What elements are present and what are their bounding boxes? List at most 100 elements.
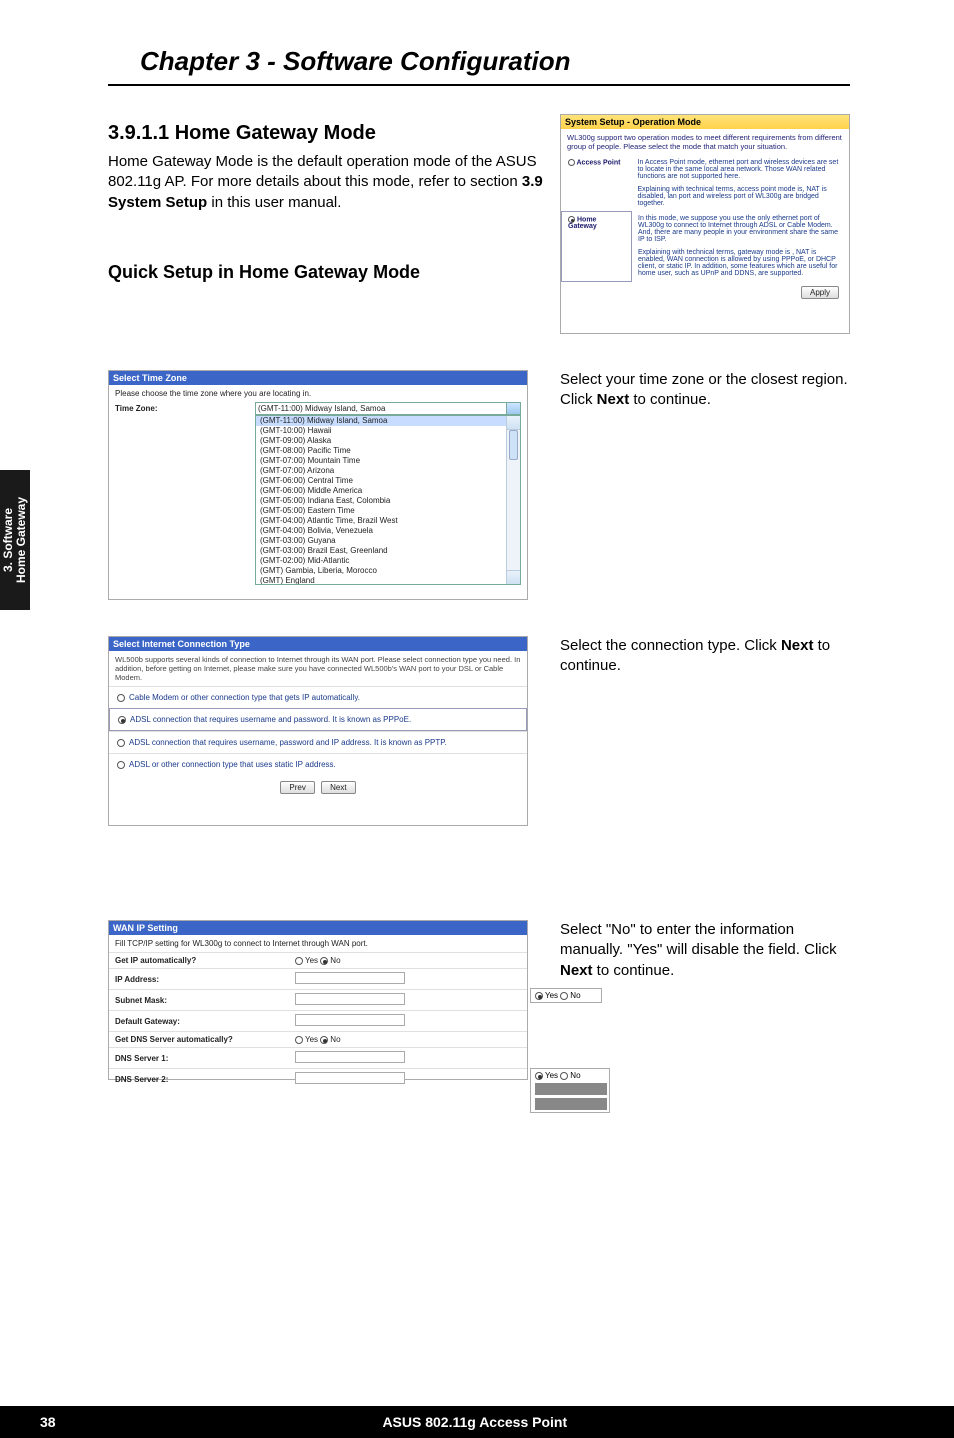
tz-option[interactable]: (GMT-04:00) Atlantic Time, Brazil West xyxy=(256,516,520,526)
tz-option[interactable]: (GMT-03:00) Brazil East, Greenland xyxy=(256,546,520,556)
tz-option[interactable]: (GMT) Gambia, Liberia, Morocco xyxy=(256,566,520,576)
ct-option-label: Cable Modem or other connection type tha… xyxy=(129,693,360,702)
caption-wan-pre: Select "No" to enter the information man… xyxy=(560,921,837,958)
tz-option[interactable]: (GMT-07:00) Mountain Time xyxy=(256,456,520,466)
float-yes-no-2[interactable]: Yes No xyxy=(530,1068,610,1113)
intro-paragraph: Home Gateway Mode is the default operati… xyxy=(108,152,548,213)
tz-option[interactable]: (GMT-11:00) Midway Island, Samoa xyxy=(256,416,520,426)
page-footer: 38 ASUS 802.11g Access Point xyxy=(0,1406,954,1438)
no-label: No xyxy=(570,1071,580,1080)
row-get-ip-label: Get IP automatically? xyxy=(109,953,289,969)
radio-icon[interactable] xyxy=(295,1036,303,1044)
radio-icon[interactable] xyxy=(568,216,575,223)
mode-home-gateway-desc-a: In this mode, we suppose you use the onl… xyxy=(638,215,843,243)
mode-access-point-cell[interactable]: Access Point xyxy=(562,155,632,211)
mode-access-point-desc-a: In Access Point mode, ethernet port and … xyxy=(638,159,843,180)
caption-tz-bold: Next xyxy=(597,391,630,408)
tz-option[interactable]: (GMT-05:00) Indiana East, Colombia xyxy=(256,496,520,506)
tz-option[interactable]: (GMT-07:00) Arizona xyxy=(256,466,520,476)
row-dns1-label: DNS Server 1: xyxy=(109,1048,289,1069)
row-get-ip-value[interactable]: Yes No xyxy=(289,953,527,969)
screenshot-time-zone: Select Time Zone Please choose the time … xyxy=(108,370,528,600)
system-setup-desc: WL300g support two operation modes to me… xyxy=(561,129,849,155)
yes-label: Yes xyxy=(305,1035,318,1044)
time-zone-dropdown[interactable]: (GMT-11:00) Midway Island, Samoa (GMT-10… xyxy=(255,415,521,585)
row-subnet-label: Subnet Mask: xyxy=(109,990,289,1011)
tz-option[interactable]: (GMT) England xyxy=(256,576,520,585)
connection-type-titlebar: Select Internet Connection Type xyxy=(109,637,527,651)
screenshot-wan-ip: WAN IP Setting Fill TCP/IP setting for W… xyxy=(108,920,528,1080)
tz-option[interactable]: (GMT-08:00) Pacific Time xyxy=(256,446,520,456)
connection-type-desc: WL500b supports several kinds of connect… xyxy=(109,651,527,686)
dns1-input[interactable] xyxy=(295,1051,405,1063)
time-zone-selected-value: (GMT-11:00) Midway Island, Samoa xyxy=(258,404,385,413)
page-number: 38 xyxy=(40,1414,56,1430)
ct-option-cable[interactable]: Cable Modem or other connection type tha… xyxy=(109,686,527,708)
mode-home-gateway-desc-b: Explaining with technical terms, gateway… xyxy=(638,249,843,277)
caption-connection-type: Select the connection type. Click Next t… xyxy=(560,636,850,677)
tz-option[interactable]: (GMT-09:00) Alaska xyxy=(256,436,520,446)
scroll-thumb[interactable] xyxy=(509,430,518,460)
tz-option[interactable]: (GMT-02:00) Mid-Atlantic xyxy=(256,556,520,566)
time-zone-sub: Please choose the time zone where you ar… xyxy=(109,385,527,402)
default-gateway-input[interactable] xyxy=(295,1014,405,1026)
yes-label: Yes xyxy=(545,991,558,1000)
radio-icon[interactable] xyxy=(117,739,125,747)
ip-address-input[interactable] xyxy=(295,972,405,984)
radio-icon[interactable] xyxy=(535,1072,543,1080)
tz-option[interactable]: (GMT-05:00) Eastern Time xyxy=(256,506,520,516)
radio-icon[interactable] xyxy=(560,1072,568,1080)
tz-option[interactable]: (GMT-10:00) Hawaii xyxy=(256,426,520,436)
intro-pre: Home Gateway Mode is the default operati… xyxy=(108,153,537,190)
float-yes-no-1[interactable]: Yes No xyxy=(530,988,602,1003)
radio-icon[interactable] xyxy=(560,992,568,1000)
tz-option[interactable]: (GMT-06:00) Middle America xyxy=(256,486,520,496)
mode-access-point-label: Access Point xyxy=(577,159,621,166)
next-button[interactable]: Next xyxy=(321,781,355,794)
radio-icon[interactable] xyxy=(117,761,125,769)
scroll-up-icon[interactable] xyxy=(507,416,520,430)
chapter-rule xyxy=(108,84,850,86)
yes-label: Yes xyxy=(305,956,318,965)
ct-option-label: ADSL or other connection type that uses … xyxy=(129,760,336,769)
scroll-down-icon[interactable] xyxy=(507,570,520,584)
side-tab-line1: 3. Software xyxy=(1,508,15,572)
intro-post: in this user manual. xyxy=(207,194,341,211)
radio-icon[interactable] xyxy=(568,159,575,166)
radio-icon[interactable] xyxy=(117,694,125,702)
prev-button[interactable]: Prev xyxy=(280,781,314,794)
dns2-input[interactable] xyxy=(295,1072,405,1084)
section-heading: 3.9.1.1 Home Gateway Mode xyxy=(108,122,376,145)
radio-icon[interactable] xyxy=(118,716,126,724)
row-dns2-label: DNS Server 2: xyxy=(109,1069,289,1090)
row-get-dns-value[interactable]: Yes No xyxy=(289,1032,527,1048)
subnet-mask-input[interactable] xyxy=(295,993,405,1005)
radio-icon[interactable] xyxy=(535,992,543,1000)
apply-button[interactable]: Apply xyxy=(801,286,839,299)
caption-wan: Select "No" to enter the information man… xyxy=(560,920,850,981)
radio-icon[interactable] xyxy=(320,957,328,965)
tz-option[interactable]: (GMT-03:00) Guyana xyxy=(256,536,520,546)
footer-title: ASUS 802.11g Access Point xyxy=(382,1414,627,1430)
mode-home-gateway-cell[interactable]: Home Gateway xyxy=(562,211,632,281)
screenshot-system-setup: System Setup - Operation Mode WL300g sup… xyxy=(560,114,850,334)
system-setup-titlebar: System Setup - Operation Mode xyxy=(561,115,849,129)
no-label: No xyxy=(570,991,580,1000)
radio-icon[interactable] xyxy=(320,1036,328,1044)
radio-icon[interactable] xyxy=(295,957,303,965)
ct-option-static[interactable]: ADSL or other connection type that uses … xyxy=(109,753,527,775)
tz-option[interactable]: (GMT-06:00) Central Time xyxy=(256,476,520,486)
time-zone-select[interactable]: (GMT-11:00) Midway Island, Samoa xyxy=(255,402,521,415)
chevron-down-icon[interactable] xyxy=(506,403,520,414)
screenshot-connection-type: Select Internet Connection Type WL500b s… xyxy=(108,636,528,826)
side-tab-line2: Home Gateway xyxy=(14,497,28,583)
ct-option-label: ADSL connection that requires username, … xyxy=(129,738,447,747)
quick-setup-heading: Quick Setup in Home Gateway Mode xyxy=(108,262,420,283)
tz-option[interactable]: (GMT-04:00) Bolivia, Venezuela xyxy=(256,526,520,536)
time-zone-titlebar: Select Time Zone xyxy=(109,371,527,385)
scrollbar[interactable] xyxy=(506,416,520,584)
ct-option-pptp[interactable]: ADSL connection that requires username, … xyxy=(109,731,527,753)
ct-option-label: ADSL connection that requires username a… xyxy=(130,715,411,724)
caption-ct-bold: Next xyxy=(781,637,814,654)
ct-option-pppoe[interactable]: ADSL connection that requires username a… xyxy=(109,708,527,731)
